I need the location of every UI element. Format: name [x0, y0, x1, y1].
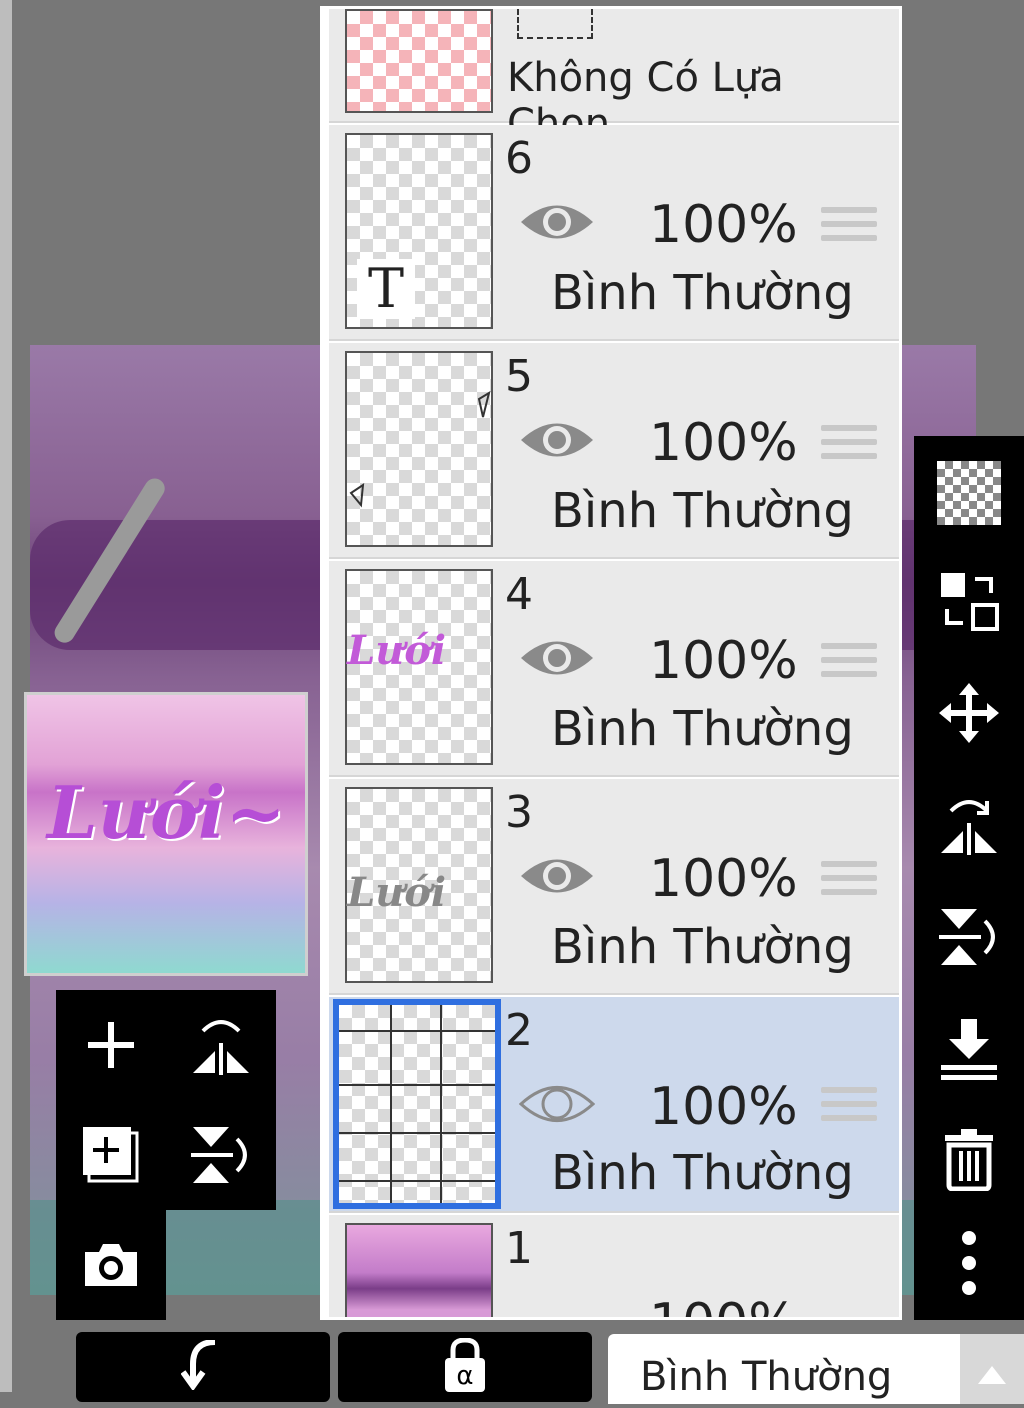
transparency-icon[interactable]: [932, 456, 1006, 530]
more-icon[interactable]: [932, 1226, 1006, 1300]
undo-arrow-icon: [181, 1340, 216, 1390]
layer-blend-mode: Bình Thường: [551, 919, 854, 975]
layer-number: 4: [505, 569, 533, 620]
scroll-edge: [0, 0, 12, 1392]
move-icon[interactable]: [932, 676, 1006, 750]
swap-layers-icon[interactable]: [932, 564, 1006, 638]
layer-row-6[interactable]: T 6 100% Bình Thường: [329, 125, 899, 341]
drag-handle-icon[interactable]: [821, 207, 877, 249]
preview-title: Lưới~: [47, 770, 286, 855]
flip-vertical-icon[interactable]: [176, 1110, 266, 1200]
layer-thumbnail-text: Lưới: [347, 627, 447, 674]
layer-blend-mode: Bình Thường: [551, 1145, 854, 1201]
layer-row-1[interactable]: 1 100%: [329, 1215, 899, 1317]
grid-lines: [339, 1005, 495, 1203]
layer-number: 1: [505, 1223, 533, 1274]
drag-handle-icon[interactable]: [821, 861, 877, 903]
layer-thumbnail-text: Lưới: [347, 869, 447, 916]
layer-number: 6: [505, 133, 533, 184]
layer-thumbnail: T: [345, 133, 493, 329]
eye-icon[interactable]: [519, 199, 595, 245]
add-copy-layer-icon[interactable]: [66, 1110, 156, 1200]
layer-thumbnail: [345, 351, 493, 547]
layer-blend-mode: Bình Thường: [551, 483, 854, 539]
layer-row-3[interactable]: Lưới 3 100% Bình Thường: [329, 779, 899, 995]
layer-number: 3: [505, 787, 533, 838]
layer-opacity[interactable]: 100%: [649, 849, 798, 909]
layer-opacity[interactable]: 100%: [649, 413, 798, 473]
add-layer-icon[interactable]: [66, 1000, 156, 1090]
flip-horizontal-icon[interactable]: [932, 788, 1006, 862]
camera-toolbox: [56, 1210, 166, 1320]
drag-handle-icon[interactable]: [821, 1087, 877, 1129]
drag-handle-icon[interactable]: [821, 425, 877, 467]
chevron-up-icon: [978, 1366, 1006, 1384]
canvas-preview[interactable]: Lưới~: [24, 692, 308, 976]
layer-number: 5: [505, 351, 533, 402]
blend-mode-select[interactable]: Bình Thường: [608, 1334, 960, 1404]
layer-thumbnail: Lưới: [345, 569, 493, 765]
layer-number: 2: [505, 1005, 533, 1056]
alpha-lock-icon: α: [445, 1338, 485, 1392]
eye-icon[interactable]: [519, 1081, 595, 1127]
eye-icon[interactable]: [519, 417, 595, 463]
layer-toolbox: [56, 990, 276, 1210]
layer-thumbnail-selected: [333, 999, 501, 1209]
eye-icon[interactable]: [519, 853, 595, 899]
layer-thumbnail: Lưới: [345, 787, 493, 983]
drag-handle-icon[interactable]: [821, 643, 877, 685]
layer-row-5[interactable]: 5 100% Bình Thường: [329, 343, 899, 559]
layer-opacity[interactable]: 100%: [649, 1077, 798, 1137]
layer-row-2[interactable]: 2 100% Bình Thường: [329, 997, 899, 1213]
flip-vertical-icon[interactable]: [932, 900, 1006, 974]
text-layer-icon: T: [357, 259, 415, 319]
layer-row-4[interactable]: Lưới 4 100% Bình Thường: [329, 561, 899, 777]
selection-layer[interactable]: Không Có Lựa Chọn: [329, 9, 899, 147]
layer-opacity[interactable]: 100%: [649, 631, 798, 691]
delete-icon[interactable]: [932, 1122, 1006, 1196]
layer-blend-mode: Bình Thường: [551, 265, 854, 321]
blend-mode-dropdown-button[interactable]: [960, 1334, 1024, 1404]
layers-panel: Không Có Lựa Chọn T 6 100% Bình Thường 5: [320, 6, 902, 1320]
triangle-decoration-icon: [349, 390, 491, 508]
layer-opacity[interactable]: 100%: [649, 1293, 798, 1317]
svg-text:α: α: [456, 1361, 473, 1391]
flip-horizontal-icon[interactable]: [176, 1000, 266, 1090]
merge-down-icon[interactable]: [932, 1012, 1006, 1086]
camera-icon[interactable]: [66, 1220, 156, 1310]
layer-opacity[interactable]: 100%: [649, 195, 798, 255]
right-toolbar: [914, 436, 1024, 1320]
selection-thumbnail: [345, 9, 493, 113]
eye-icon[interactable]: [519, 635, 595, 681]
selection-marquee-icon: [517, 9, 593, 39]
layer-thumbnail: [345, 1223, 493, 1317]
layer-blend-mode: Bình Thường: [551, 701, 854, 757]
